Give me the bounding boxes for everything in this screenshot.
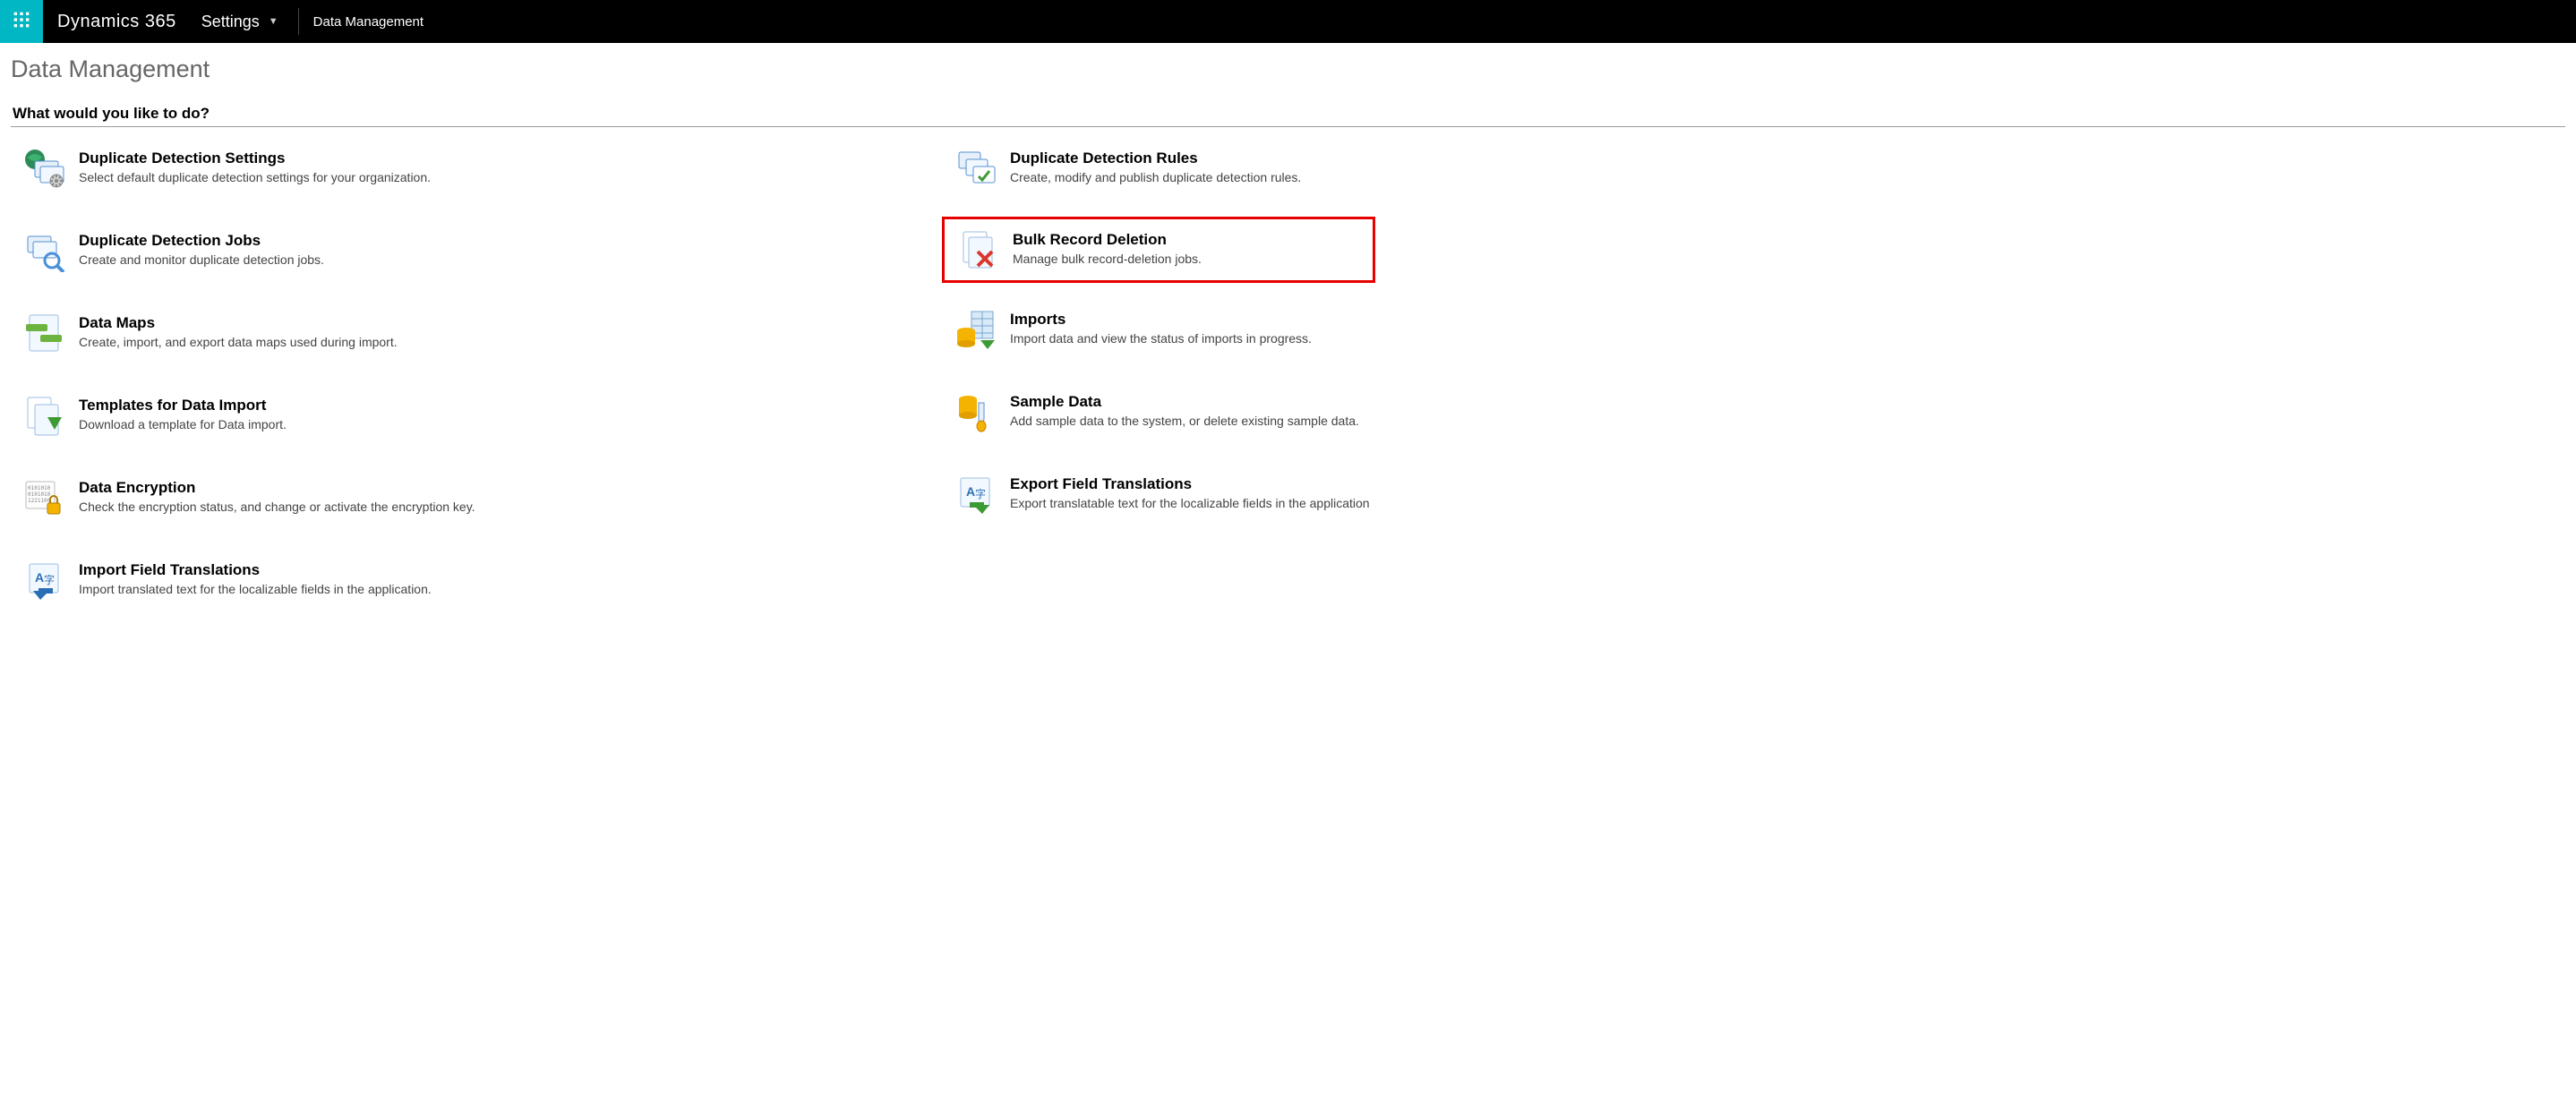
- svg-text:1221100: 1221100: [28, 498, 51, 504]
- duplicate-settings-icon: [16, 147, 72, 190]
- action-desc: Import data and view the status of impor…: [1010, 331, 1312, 346]
- action-title: Duplicate Detection Rules: [1010, 149, 1301, 168]
- duplicate-rules-icon: [947, 147, 1003, 190]
- data-maps-icon: [16, 312, 72, 355]
- action-desc: Create and monitor duplicate detection j…: [79, 252, 324, 267]
- action-title: Import Field Translations: [79, 560, 432, 580]
- svg-text:0101010: 0101010: [28, 491, 51, 498]
- waffle-icon: [13, 11, 30, 33]
- actions-grid: Duplicate Detection Settings Select defa…: [0, 127, 2576, 643]
- svg-text:字: 字: [975, 487, 986, 500]
- action-title: Duplicate Detection Settings: [79, 149, 431, 168]
- action-desc: Import translated text for the localizab…: [79, 582, 432, 596]
- action-sample-data[interactable]: Sample Data Add sample data to the syste…: [942, 381, 1375, 442]
- breadcrumb[interactable]: Data Management: [299, 14, 424, 30]
- action-desc: Select default duplicate detection setti…: [79, 170, 431, 184]
- export-translations-icon: A 字: [947, 473, 1003, 516]
- svg-text:A: A: [35, 570, 44, 585]
- brand-label[interactable]: Dynamics 365: [43, 12, 201, 32]
- action-data-encryption[interactable]: 0101010 0101010 1221100 Data Encryption …: [11, 467, 942, 528]
- action-duplicate-detection-jobs[interactable]: Duplicate Detection Jobs Create and moni…: [11, 220, 942, 281]
- templates-import-icon: [16, 394, 72, 437]
- action-title: Imports: [1010, 310, 1312, 329]
- page-title: Data Management: [0, 43, 2576, 89]
- sample-data-icon: [947, 390, 1003, 433]
- action-desc: Manage bulk record-deletion jobs.: [1013, 252, 1202, 266]
- action-title: Sample Data: [1010, 392, 1359, 412]
- global-nav: Dynamics 365 Settings ▼ Data Management: [0, 0, 2576, 43]
- right-column: Duplicate Detection Rules Create, modify…: [942, 138, 1375, 632]
- svg-text:A: A: [966, 484, 975, 499]
- action-export-field-translations[interactable]: A 字 Export Field Translations Export tra…: [942, 464, 1375, 525]
- duplicate-jobs-icon: [16, 229, 72, 272]
- app-launcher-button[interactable]: [0, 0, 43, 43]
- settings-dropdown[interactable]: Settings ▼: [201, 13, 298, 31]
- action-desc: Create, import, and export data maps use…: [79, 335, 398, 349]
- bulk-delete-icon: [950, 228, 1006, 271]
- action-title: Export Field Translations: [1010, 474, 1370, 494]
- action-title: Bulk Record Deletion: [1013, 230, 1202, 250]
- action-data-maps[interactable]: Data Maps Create, import, and export dat…: [11, 303, 942, 363]
- action-title: Duplicate Detection Jobs: [79, 231, 324, 251]
- imports-icon: [947, 308, 1003, 351]
- prompt-heading: What would you like to do?: [0, 89, 2576, 126]
- action-title: Data Encryption: [79, 478, 475, 498]
- action-title: Data Maps: [79, 313, 398, 333]
- action-imports[interactable]: Imports Import data and view the status …: [942, 299, 1375, 360]
- action-title: Templates for Data Import: [79, 396, 287, 415]
- action-bulk-record-deletion[interactable]: Bulk Record Deletion Manage bulk record-…: [942, 217, 1375, 283]
- svg-text:0101010: 0101010: [28, 485, 51, 491]
- action-desc: Check the encryption status, and change …: [79, 500, 475, 514]
- import-translations-icon: A 字: [16, 559, 72, 602]
- action-desc: Create, modify and publish duplicate det…: [1010, 170, 1301, 184]
- svg-text:字: 字: [44, 573, 55, 586]
- action-duplicate-detection-rules[interactable]: Duplicate Detection Rules Create, modify…: [942, 138, 1375, 199]
- action-duplicate-detection-settings[interactable]: Duplicate Detection Settings Select defa…: [11, 138, 942, 199]
- action-templates-for-data-import[interactable]: Templates for Data Import Download a tem…: [11, 385, 942, 446]
- action-desc: Export translatable text for the localiz…: [1010, 496, 1370, 510]
- action-desc: Download a template for Data import.: [79, 417, 287, 431]
- settings-label: Settings: [201, 13, 260, 31]
- action-desc: Add sample data to the system, or delete…: [1010, 414, 1359, 428]
- chevron-down-icon: ▼: [269, 16, 278, 27]
- data-encryption-icon: 0101010 0101010 1221100: [16, 476, 72, 519]
- left-column: Duplicate Detection Settings Select defa…: [11, 138, 942, 632]
- action-import-field-translations[interactable]: A 字 Import Field Translations Import tra…: [11, 550, 942, 611]
